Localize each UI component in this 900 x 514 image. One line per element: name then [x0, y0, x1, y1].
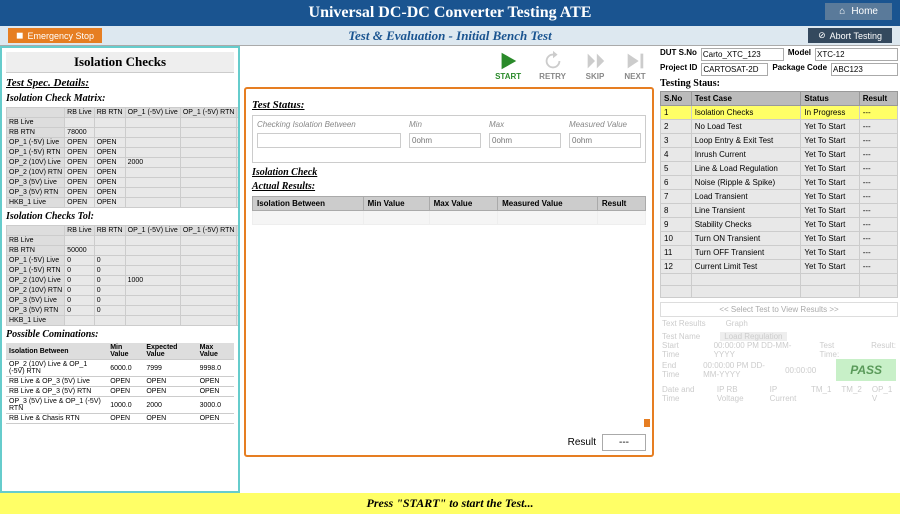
home-button[interactable]: ⌂ Home	[825, 3, 892, 20]
next-button[interactable]: NEXT	[624, 50, 646, 81]
tab-graph[interactable]: Graph	[726, 319, 748, 328]
retry-icon	[542, 50, 564, 72]
package-input[interactable]	[831, 63, 898, 76]
spec-details-header: Test Spec. Details:	[6, 77, 234, 89]
model-label: Model	[788, 48, 811, 61]
combinations-table[interactable]: Isolation BetweenMin ValueExpected Value…	[6, 343, 234, 424]
measured-label: Measured Value	[569, 120, 627, 129]
iso-check-header: Isolation Check	[252, 167, 646, 178]
test-status-panel: START RETRY SKIP NEXT Test Status: Check…	[240, 46, 658, 493]
home-label: Home	[851, 6, 878, 17]
model-input[interactable]	[815, 48, 898, 61]
ghost-result-label: Result:	[871, 341, 896, 359]
ghost-start: 00:00:00 PM DD-MM-YYYY	[714, 341, 800, 359]
abort-button[interactable]: ⊘ Abort Testing	[808, 28, 892, 43]
max-label: Max	[489, 120, 504, 129]
emergency-stop-button[interactable]: ◼ Emergency Stop	[8, 28, 102, 43]
tab-text-results[interactable]: Text Results	[662, 319, 706, 328]
testing-status-header: Testing Staus:	[660, 78, 898, 89]
titlebar: Universal DC-DC Converter Testing ATE ⌂ …	[0, 0, 900, 26]
subtitle: Test & Evaluation - Initial Bench Test	[348, 28, 551, 44]
testing-status-table[interactable]: S.NoTest CaseStatusResult1Isolation Chec…	[660, 91, 898, 298]
next-label: NEXT	[624, 72, 645, 81]
ghost-result: PASS	[836, 359, 896, 381]
min-label: Min	[409, 120, 422, 129]
checking-input[interactable]	[257, 133, 401, 148]
subtitle-bar: ◼ Emergency Stop Test & Evaluation - Ini…	[0, 26, 900, 46]
ghost-tt: 00:00:00	[785, 366, 816, 375]
section-title: Isolation Checks	[6, 52, 234, 73]
combinations-header: Possible Cominations:	[6, 329, 234, 340]
stop-icon: ◼	[16, 30, 23, 41]
ghost-tt-label: Test Time:	[820, 341, 852, 359]
result-label: Result	[568, 437, 596, 448]
start-button[interactable]: START	[495, 50, 521, 81]
play-icon	[497, 50, 519, 72]
skip-button[interactable]: SKIP	[584, 50, 606, 81]
dut-sno-label: DUT S.No	[660, 48, 697, 61]
spec-panel: Isolation Checks Test Spec. Details: Iso…	[0, 46, 240, 493]
skip-icon	[584, 50, 606, 72]
home-icon: ⌂	[839, 6, 845, 17]
min-input[interactable]	[409, 133, 481, 148]
ghost-end: 00:00:00 PM DD-MM-YYYY	[703, 361, 765, 379]
ghost-name-label: Test Name	[662, 332, 700, 341]
app-title: Universal DC-DC Converter Testing ATE	[309, 4, 592, 22]
start-label: START	[495, 72, 521, 81]
result-summary: Result ---	[568, 434, 646, 451]
abort-icon: ⊘	[818, 30, 826, 41]
select-test-header: << Select Test to View Results >>	[660, 302, 898, 317]
ghost-start-label: Start Time	[662, 341, 694, 359]
retry-button[interactable]: RETRY	[539, 50, 566, 81]
isolation-tol-table[interactable]: RB LiveRB RTNOP_1 (-5V) LiveOP_1 (-5V) R…	[6, 225, 240, 326]
right-panel: DUT S.No Model Project ID Package Code T…	[658, 46, 900, 493]
scroll-indicator[interactable]	[644, 419, 650, 427]
tol-header: Isolation Checks Tol:	[6, 211, 234, 222]
checking-label: Checking Isolation Between	[257, 120, 356, 129]
abort-label: Abort Testing	[830, 31, 882, 41]
matrix-header: Isolation Check Matrix:	[6, 93, 234, 104]
dut-sno-input[interactable]	[701, 48, 784, 61]
skip-label: SKIP	[586, 72, 605, 81]
actual-results-header: Actual Results:	[252, 181, 646, 192]
isolation-matrix-table[interactable]: RB LiveRB RTNOP_1 (-5V) LiveOP_1 (-5V) R…	[6, 107, 240, 208]
measured-input[interactable]	[569, 133, 641, 148]
max-input[interactable]	[489, 133, 561, 148]
project-label: Project ID	[660, 63, 697, 76]
package-label: Package Code	[772, 63, 827, 76]
ghost-name: Load Regulation	[720, 332, 786, 341]
actual-results-table[interactable]: Isolation BetweenMin ValueMax ValueMeasu…	[252, 196, 646, 225]
emergency-label: Emergency Stop	[27, 31, 94, 41]
footer-hint: Press "START" to start the Test...	[0, 493, 900, 514]
test-status-header: Test Status:	[252, 99, 646, 111]
ghost-end-label: End Time	[662, 361, 683, 379]
result-value: ---	[602, 434, 646, 451]
action-row: START RETRY SKIP NEXT	[244, 50, 654, 87]
results-preview: Text Results Graph Test Name Load Regula…	[660, 317, 898, 405]
retry-label: RETRY	[539, 72, 566, 81]
test-status-box: Test Status: Checking Isolation Between …	[244, 87, 654, 457]
next-icon	[624, 50, 646, 72]
checking-box: Checking Isolation Between Min Max Measu…	[252, 115, 646, 163]
project-input[interactable]	[701, 63, 768, 76]
main-area: Isolation Checks Test Spec. Details: Iso…	[0, 46, 900, 493]
